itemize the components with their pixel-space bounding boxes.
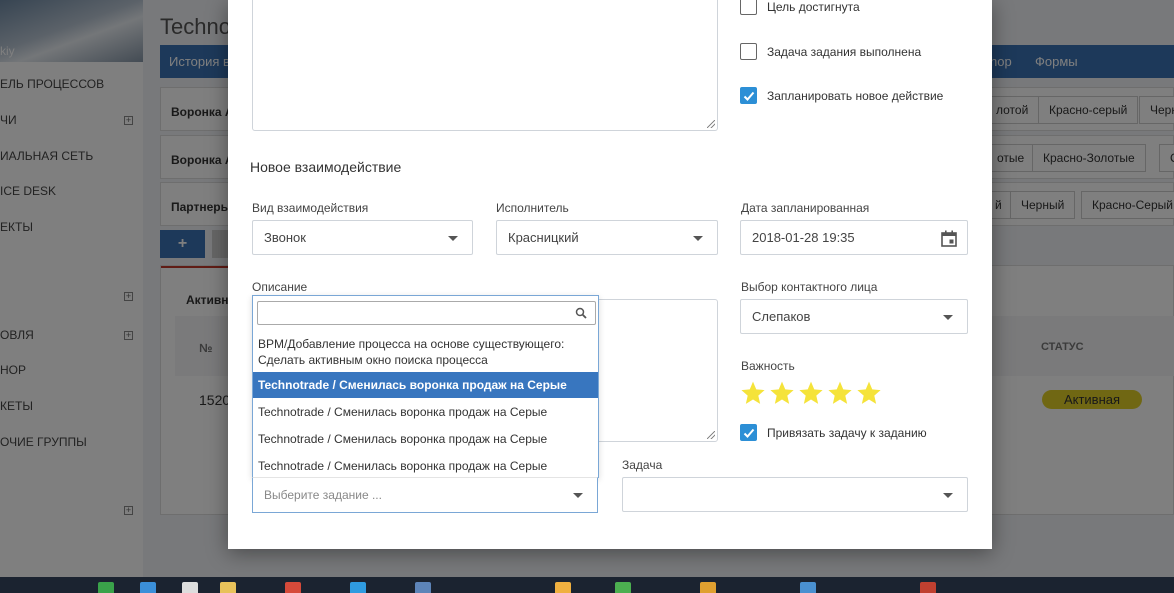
assignment-select[interactable]: Выберите задание ...	[252, 477, 598, 513]
interaction-type-label: Вид взаимодействия	[252, 201, 369, 215]
chevron-down-icon	[693, 236, 703, 241]
checkbox-box[interactable]	[740, 87, 757, 104]
contact-label: Выбор контактного лица	[741, 280, 878, 294]
planned-date-input[interactable]: 2018-01-28 19:35	[740, 220, 968, 255]
checkbox-task-done[interactable]: Задача задания выполнена	[740, 43, 921, 60]
checkbox-box[interactable]	[740, 424, 757, 441]
app-icon[interactable]	[182, 582, 198, 593]
dropdown-search-input[interactable]	[257, 301, 596, 325]
chevron-down-icon	[448, 236, 458, 241]
resize-handle[interactable]	[707, 431, 715, 439]
app-icon[interactable]	[220, 582, 236, 593]
calendar-icon[interactable]	[941, 230, 957, 247]
dropdown-option[interactable]: BPM/Добавление процесса на основе сущест…	[253, 336, 598, 368]
star-icon[interactable]	[769, 380, 795, 406]
star-icon[interactable]	[798, 380, 824, 406]
app-icon[interactable]	[350, 582, 366, 593]
description-label: Описание	[252, 280, 308, 294]
app-icon[interactable]	[800, 582, 816, 593]
task-select[interactable]	[622, 477, 968, 512]
app-icon[interactable]	[98, 582, 114, 593]
star-icon[interactable]	[740, 380, 766, 406]
os-taskbar	[0, 577, 1174, 593]
executor-label: Исполнитель	[496, 201, 569, 215]
star-icon[interactable]	[856, 380, 882, 406]
star-icon[interactable]	[827, 380, 853, 406]
assignment-dropdown: BPM/Добавление процесса на основе сущест…	[252, 295, 599, 478]
contact-select[interactable]: Слепаков	[740, 299, 968, 334]
app-icon[interactable]	[920, 582, 936, 593]
checkbox-plan-new-action[interactable]: Запланировать новое действие	[740, 87, 943, 104]
checkmark-icon	[743, 91, 754, 101]
checkbox-box[interactable]	[740, 43, 757, 60]
section-title: Новое взаимодействие	[250, 159, 402, 175]
app-icon[interactable]	[415, 582, 431, 593]
comment-textarea[interactable]	[252, 0, 718, 131]
chevron-down-icon	[573, 493, 583, 498]
dropdown-option-highlighted[interactable]: Technotrade / Сменилась воронка продаж н…	[253, 372, 598, 398]
checkbox-bind-task[interactable]: Привязать задачу к заданию	[740, 424, 927, 441]
search-icon	[575, 307, 587, 319]
app-icon[interactable]	[285, 582, 301, 593]
checkmark-icon	[743, 428, 754, 438]
chevron-down-icon	[943, 315, 953, 320]
app-icon[interactable]	[615, 582, 631, 593]
chevron-down-icon	[943, 493, 953, 498]
resize-handle[interactable]	[707, 120, 715, 128]
app-icon[interactable]	[700, 582, 716, 593]
dropdown-option[interactable]: Technotrade / Сменилась воронка продаж н…	[253, 458, 598, 474]
dropdown-option[interactable]: Technotrade / Сменилась воронка продаж н…	[253, 431, 598, 447]
importance-label: Важность	[741, 359, 795, 373]
executor-select[interactable]: Красницкий	[496, 220, 718, 255]
task-label: Задача	[622, 458, 663, 472]
interaction-type-select[interactable]: Звонок	[252, 220, 473, 255]
checkbox-goal-reached[interactable]: Цель достигнута	[740, 0, 860, 15]
checkbox-box[interactable]	[740, 0, 757, 15]
dropdown-option[interactable]: Technotrade / Сменилась воронка продаж н…	[253, 404, 598, 420]
importance-rating[interactable]	[740, 380, 882, 406]
planned-date-label: Дата запланированная	[741, 201, 870, 215]
app-icon[interactable]	[140, 582, 156, 593]
app-icon[interactable]	[555, 582, 571, 593]
